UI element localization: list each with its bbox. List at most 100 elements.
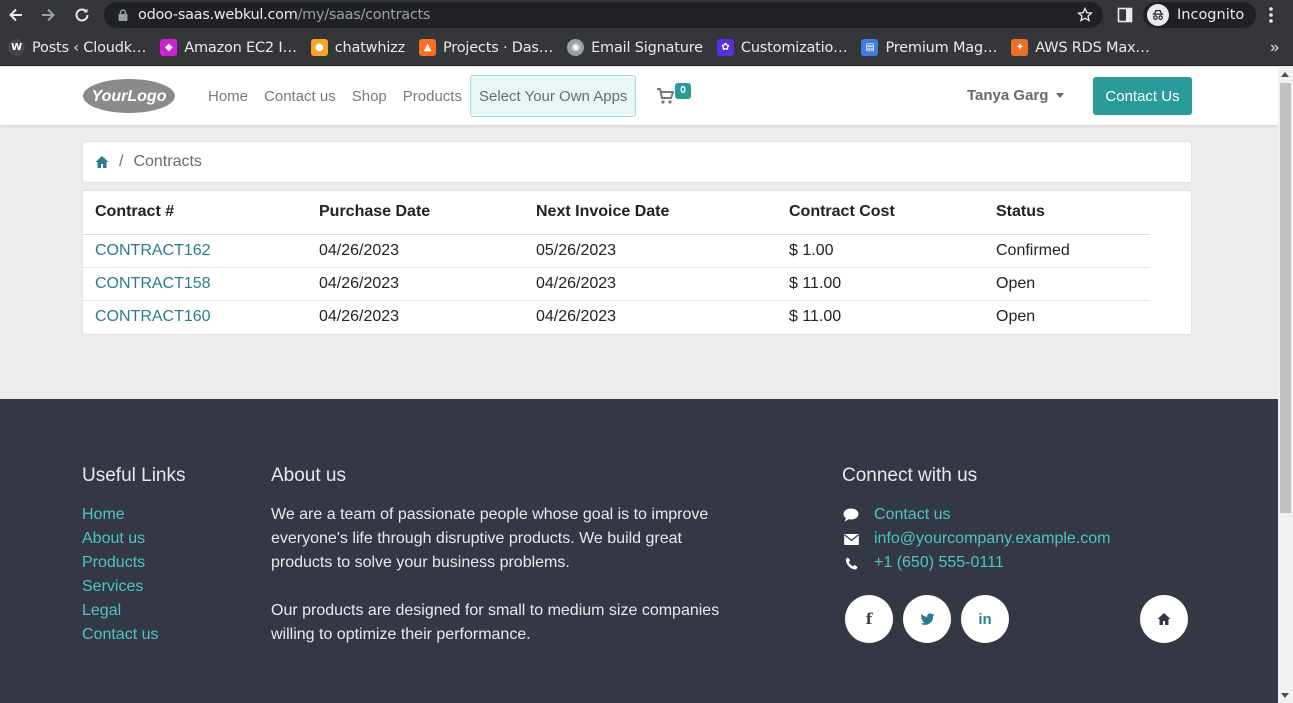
- bookmark-label: Premium Mag…: [885, 39, 998, 56]
- bookmark-label: AWS RDS Max…: [1035, 39, 1150, 56]
- table-row[interactable]: CONTRACT160 04/26/2023 04/26/2023 $ 11.0…: [83, 300, 1150, 333]
- bookmark-item[interactable]: ✦ AWS RDS Max…: [1011, 39, 1150, 56]
- bookmark-label: Posts ‹ Cloudk…: [32, 39, 147, 56]
- incognito-label: Incognito: [1177, 7, 1245, 23]
- purchase-date: 04/26/2023: [307, 234, 524, 268]
- scroll-down-icon[interactable]: [1281, 693, 1289, 698]
- home-icon: [1157, 613, 1171, 625]
- side-panel-icon[interactable]: [1117, 7, 1133, 23]
- chevron-down-icon: [1056, 93, 1065, 98]
- scroll-up-icon[interactable]: [1281, 72, 1289, 77]
- aws-rds-icon: ✦: [1011, 39, 1029, 56]
- back-button[interactable]: [0, 0, 32, 30]
- footer-link-contact-us[interactable]: Contact us: [82, 623, 158, 647]
- forward-button[interactable]: [32, 0, 64, 30]
- bookmark-item[interactable]: ◆ Amazon EC2 I…: [160, 39, 297, 56]
- footer-link-services[interactable]: Services: [82, 575, 158, 599]
- connect-label: +1 (650) 555-0111: [874, 554, 1004, 571]
- browser-toolbar: odoo-saas.webkul.com/my/saas/contracts I…: [0, 0, 1293, 30]
- user-name: Tanya Garg: [967, 87, 1049, 104]
- menu-item-home[interactable]: Home: [200, 88, 256, 105]
- bookmark-label: Projects · Das…: [442, 39, 554, 56]
- contracts-table: Contract # Purchase Date Next Invoice Da…: [83, 191, 1150, 333]
- contract-link[interactable]: CONTRACT158: [83, 267, 307, 301]
- cart-count-badge: 0: [675, 83, 691, 99]
- bookmark-item[interactable]: ✿ Customizatio…: [716, 39, 848, 56]
- footer-link-home[interactable]: Home: [82, 503, 158, 527]
- reload-button[interactable]: [66, 0, 98, 30]
- footer-link-legal[interactable]: Legal: [82, 599, 158, 623]
- amazon-ec2-icon: ◆: [160, 39, 178, 56]
- arrow-right-icon: [42, 8, 55, 22]
- contract-status: Open: [996, 307, 1036, 325]
- table-row[interactable]: CONTRACT158 04/26/2023 04/26/2023 $ 11.0…: [83, 267, 1150, 301]
- bookmark-item[interactable]: ▲ Projects · Das…: [418, 39, 554, 56]
- contract-link[interactable]: CONTRACT162: [83, 234, 307, 268]
- breadcrumb: / Contracts: [82, 141, 1192, 183]
- bookmark-label: chatwhizz: [334, 39, 405, 56]
- column-header[interactable]: Status: [984, 191, 1150, 235]
- linkedin-button[interactable]: in: [961, 595, 1009, 643]
- contract-cost: $ 11.00: [789, 307, 842, 325]
- about-paragraph: Our products are designed for small to m…: [271, 602, 720, 643]
- bookmark-item[interactable]: ◉ Email Signature: [567, 39, 703, 56]
- breadcrumb-current: Contracts: [133, 153, 202, 170]
- bookmark-item[interactable]: ● chatwhizz: [310, 39, 405, 56]
- twitter-icon: [920, 612, 934, 625]
- contract-link[interactable]: CONTRACT160: [83, 300, 307, 333]
- connect-label: info@yourcompany.example.com: [874, 530, 1111, 547]
- customization-icon: ✿: [716, 39, 734, 56]
- column-header[interactable]: Contract #: [83, 191, 307, 235]
- table-header-row: Contract # Purchase Date Next Invoice Da…: [83, 191, 1150, 235]
- arrow-left-icon: [9, 8, 22, 22]
- url-text: odoo-saas.webkul.com/my/saas/contracts: [138, 7, 431, 23]
- bookmarks-bar: W Posts ‹ Cloudk… ◆ Amazon EC2 I… ● chatwhizz…: [0, 30, 1293, 66]
- column-header[interactable]: Purchase Date: [307, 191, 524, 235]
- menu-item-products[interactable]: Products: [395, 88, 470, 105]
- bookmark-star-icon[interactable]: [1077, 7, 1093, 23]
- connect-item-contact[interactable]: Contact us: [842, 503, 1111, 527]
- gitlab-icon: ▲: [418, 39, 436, 56]
- bookmark-item[interactable]: W Posts ‹ Cloudk…: [8, 39, 146, 56]
- facebook-icon: f: [865, 610, 873, 628]
- site-header: YourLogo Home Contact us Shop Products S…: [0, 67, 1278, 125]
- page-scrollbar[interactable]: [1278, 67, 1293, 703]
- user-menu[interactable]: Tanya Garg: [967, 87, 1065, 104]
- column-header[interactable]: Next Invoice Date: [524, 191, 777, 235]
- connect-item-phone[interactable]: +1 (650) 555-0111: [842, 551, 1111, 575]
- home-button[interactable]: [1140, 595, 1188, 643]
- select-apps-button[interactable]: Select Your Own Apps: [469, 75, 637, 117]
- about-title: About us: [271, 465, 346, 486]
- contact-us-button[interactable]: Contact Us: [1093, 77, 1192, 115]
- wordpress-icon: W: [8, 39, 25, 56]
- purchase-date: 04/26/2023: [307, 267, 524, 301]
- column-header[interactable]: Contract Cost: [777, 191, 984, 235]
- footer-link-products[interactable]: Products: [82, 551, 158, 575]
- table-row[interactable]: CONTRACT162 04/26/2023 05/26/2023 $ 1.00…: [83, 234, 1150, 268]
- lock-icon: [118, 9, 128, 21]
- menu-item-shop[interactable]: Shop: [344, 88, 395, 105]
- more-options-icon[interactable]: [1265, 5, 1277, 25]
- cart-icon[interactable]: [656, 87, 674, 105]
- contract-status: Open: [984, 267, 1150, 301]
- contract-cost: $ 1.00: [777, 234, 984, 268]
- envelope-icon: [842, 531, 860, 547]
- bookmark-item[interactable]: ▤ Premium Mag…: [861, 39, 997, 56]
- incognito-icon: [1147, 4, 1169, 26]
- main-menu: Home Contact us Shop Products Select You…: [200, 75, 637, 117]
- site-logo[interactable]: YourLogo: [82, 77, 176, 115]
- address-bar[interactable]: odoo-saas.webkul.com/my/saas/contracts: [104, 2, 1103, 28]
- scrollbar-thumb[interactable]: [1280, 83, 1291, 513]
- about-paragraph: We are a team of passionate people whose…: [271, 506, 709, 571]
- connect-item-email[interactable]: info@yourcompany.example.com: [842, 527, 1111, 551]
- menu-item-contact-us[interactable]: Contact us: [256, 88, 344, 105]
- twitter-button[interactable]: [903, 595, 951, 643]
- footer-link-about-us[interactable]: About us: [82, 527, 158, 551]
- page-content: YourLogo Home Contact us Shop Products S…: [0, 67, 1278, 703]
- more-bookmarks-icon[interactable]: »: [1270, 39, 1279, 57]
- facebook-button[interactable]: f: [845, 595, 893, 643]
- contract-cost: $ 11.00: [777, 267, 984, 301]
- home-icon[interactable]: [95, 155, 109, 169]
- contract-status: Confirmed: [984, 234, 1150, 268]
- incognito-badge[interactable]: Incognito: [1143, 2, 1257, 28]
